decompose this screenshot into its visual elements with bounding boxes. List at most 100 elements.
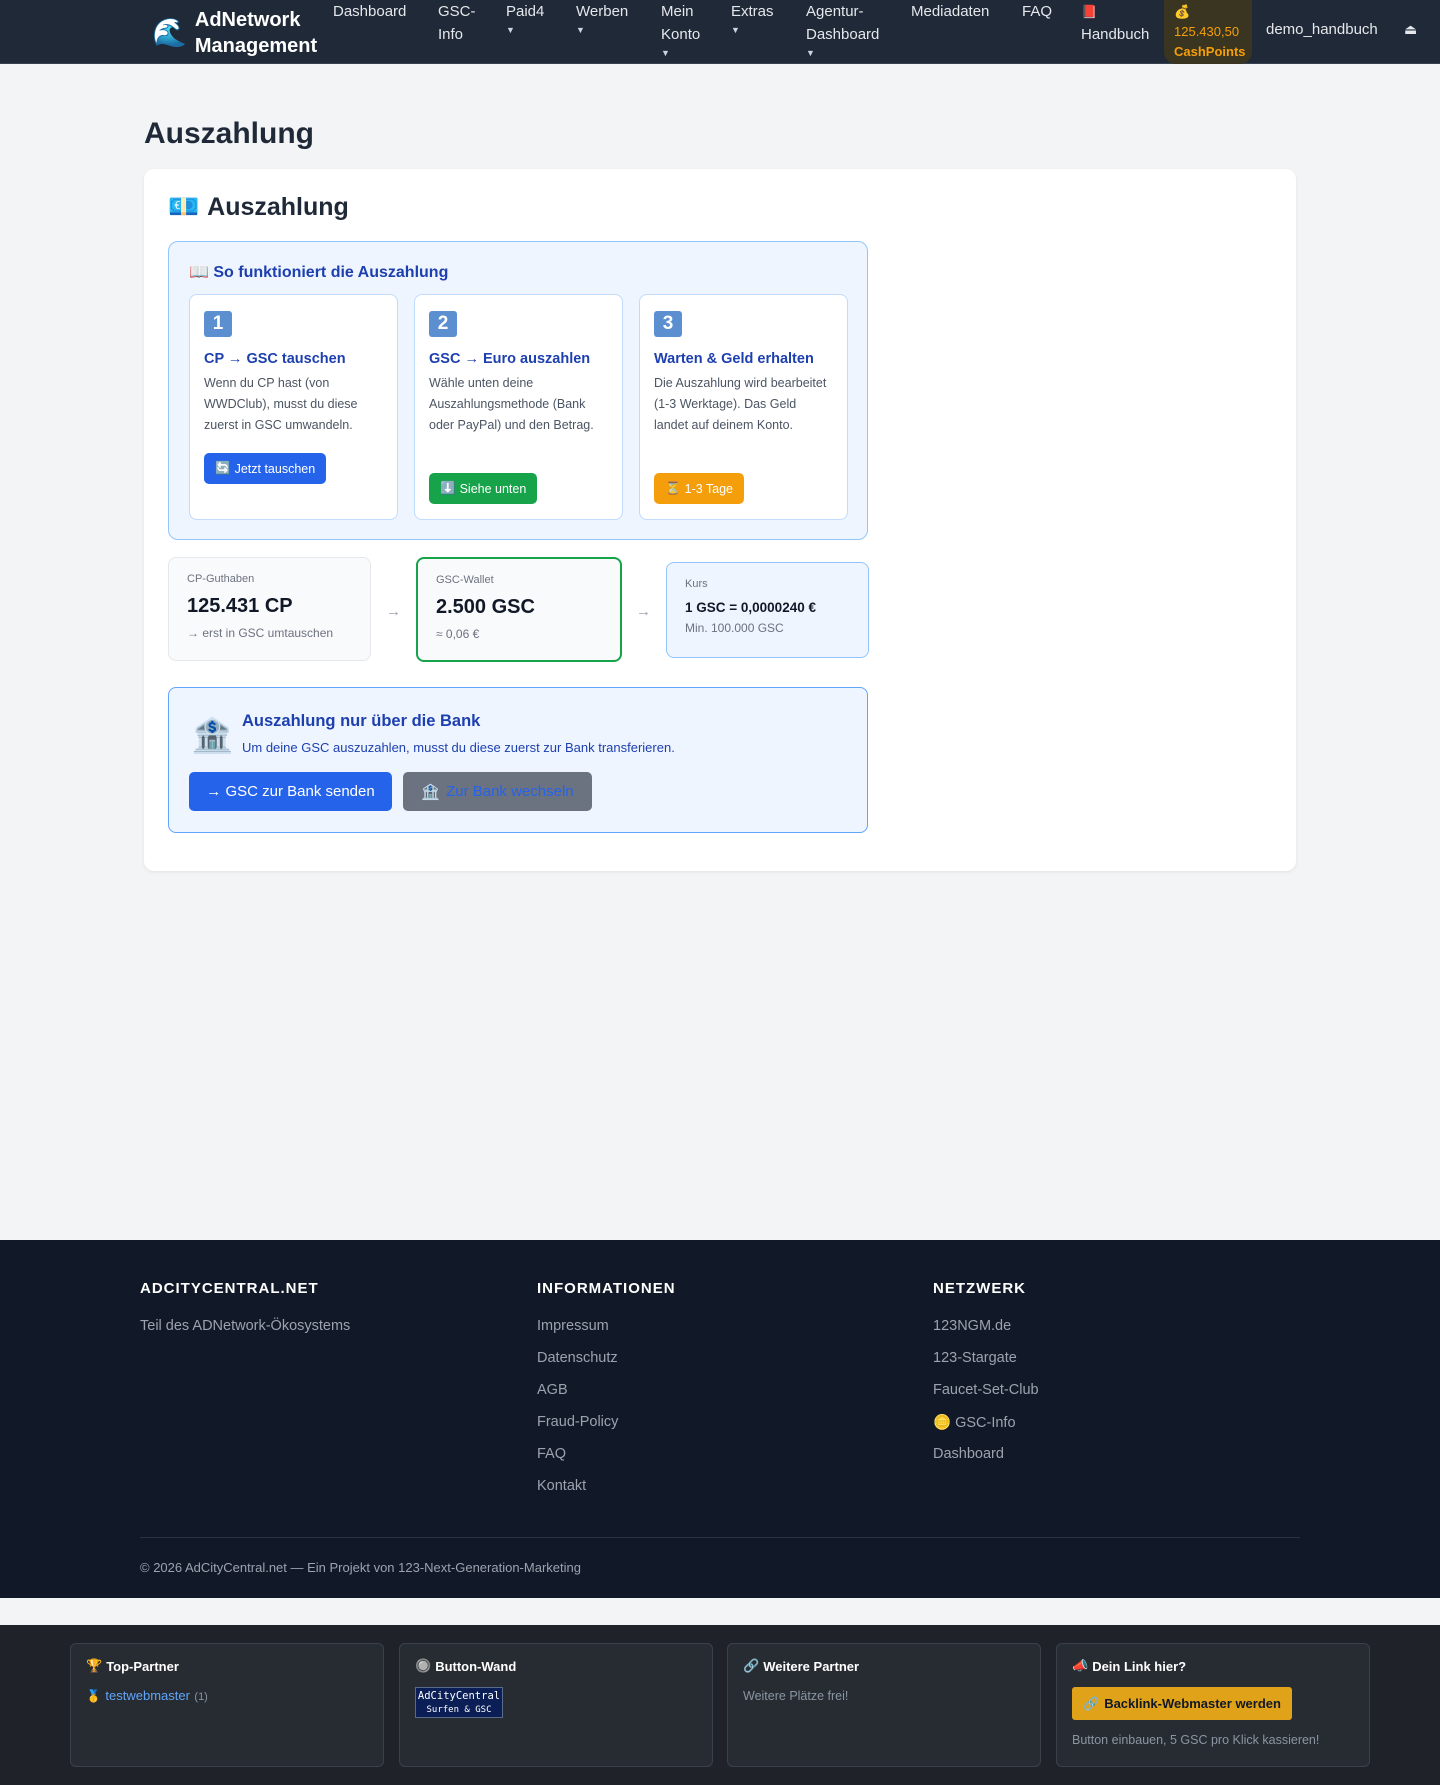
footer-network-title: NETZWERK	[933, 1280, 1026, 1297]
footer-link-stargate[interactable]: 123-Stargate	[933, 1350, 1017, 1366]
money-bag-icon: 💰	[1174, 4, 1191, 19]
nav-item-agentur-dashboard[interactable]: Agentur- Dashboard ▼	[806, 0, 879, 60]
chevron-down-icon: ▼	[506, 25, 515, 35]
card-title: 💶 Auszahlung	[168, 193, 349, 221]
bank-icon: 🏦	[421, 783, 441, 801]
nav-item-faq[interactable]: FAQ	[1022, 0, 1052, 23]
nav-item-dashboard[interactable]: Dashboard	[333, 0, 406, 23]
copyright: © 2026 AdCityCentral.net — Ein Projekt v…	[140, 1560, 581, 1575]
megaphone-icon: 📣	[1072, 1658, 1089, 1673]
nav-item-gsc-info[interactable]: GSC- Info	[438, 0, 476, 46]
become-backlink-webmaster-button[interactable]: 🔗 Backlink-Webmaster werden	[1072, 1687, 1292, 1720]
switch-to-bank-button[interactable]: 🏦 Zur Bank wechseln	[403, 772, 592, 811]
arrow-right-icon: →	[636, 603, 651, 620]
footer-link-impressum[interactable]: Impressum	[537, 1318, 609, 1334]
howto-panel: 📖 So funktioniert die Auszahlung 1 CP → …	[168, 241, 868, 540]
user-menu[interactable]: demo_handbuch	[1266, 21, 1378, 38]
trophy-icon: 🏆	[86, 1658, 103, 1673]
see-below-button[interactable]: ⬇️ Siehe unten	[429, 473, 538, 504]
bank-title: Auszahlung nur über die Bank	[242, 712, 481, 730]
step-card-1: 1 CP → GSC tauschen Wenn du CP hast (von…	[189, 294, 398, 520]
book-icon: 📕	[1081, 4, 1098, 19]
your-link-card: 📣 Dein Link hier? 🔗 Backlink-Webmaster w…	[1056, 1643, 1370, 1767]
chevron-down-icon: ▼	[576, 25, 585, 35]
exchange-now-button[interactable]: 🔄 Jetzt tauschen	[204, 453, 327, 484]
gsc-wallet-box: GSC-Wallet 2.500 GSC ≈ 0,06 €	[416, 557, 622, 662]
nav-item-handbuch[interactable]: 📕 Handbuch	[1081, 0, 1149, 46]
keycap-one-icon: 1	[204, 311, 232, 337]
footer-brand-title: ADCITYCENTRAL.NET	[140, 1280, 319, 1297]
more-partners-card: 🔗 Weitere Partner Weitere Plätze frei!	[727, 1643, 1041, 1767]
link-icon: 🔗	[743, 1658, 760, 1673]
site-footer: ADCITYCENTRAL.NET Teil des ADNetwork-Öko…	[0, 1240, 1440, 1598]
medal-icon: 🥇	[86, 1689, 101, 1703]
footer-link-dashboard[interactable]: Dashboard	[933, 1446, 1004, 1462]
footer-link-fraud-policy[interactable]: Fraud-Policy	[537, 1414, 618, 1430]
partner-banner-button[interactable]: AdCityCentral Surfen & GSC	[415, 1687, 503, 1718]
nav-item-extras[interactable]: Extras ▼	[731, 0, 774, 37]
exchange-rate-value: 1 GSC = 0,0000240 €	[685, 600, 816, 615]
footer-link-faq[interactable]: FAQ	[537, 1446, 566, 1462]
refresh-icon: 🔄	[215, 461, 231, 475]
keycap-three-icon: 3	[654, 311, 682, 337]
footer-link-gsc-info[interactable]: 🪙 GSC-Info	[933, 1414, 1016, 1431]
radio-button-icon: 🔘	[415, 1658, 432, 1673]
step-text: Wenn du CP hast (von WWDClub), musst du …	[204, 376, 358, 432]
step-title: Warten & Geld erhalten	[654, 351, 814, 367]
payout-card: 💶 Auszahlung 📖 So funktioniert die Ausza…	[144, 169, 1296, 871]
top-partner-card: 🏆 Top-Partner 🥇 testwebmaster (1)	[70, 1643, 384, 1767]
euro-banknote-icon: 💶	[168, 193, 200, 221]
top-navbar: 🌊 AdNetwork Management Dashboard GSC- In…	[0, 0, 1440, 64]
nav-item-paid4[interactable]: Paid4 ▼	[506, 0, 544, 37]
arrow-right-icon: →	[386, 603, 401, 620]
hourglass-icon: ⏳	[665, 481, 681, 495]
processing-time-button[interactable]: ⏳ 1-3 Tage	[654, 473, 744, 504]
partner-bar: 🏆 Top-Partner 🥇 testwebmaster (1) 🔘 Butt…	[0, 1625, 1440, 1785]
link-icon: 🔗	[1083, 1695, 1100, 1711]
chevron-down-icon: ▼	[731, 25, 740, 35]
open-book-icon: 📖	[189, 264, 209, 281]
logout-icon[interactable]: ⏏	[1404, 21, 1417, 38]
step-text: Wähle unten deine Auszahlungsmethode (Ba…	[429, 376, 594, 432]
send-gsc-to-bank-button[interactable]: → GSC zur Bank senden	[189, 772, 392, 811]
footer-info-title: INFORMATIONEN	[537, 1280, 676, 1297]
nav-item-mediadaten[interactable]: Mediadaten	[911, 0, 989, 23]
button-wall-card: 🔘 Button-Wand AdCityCentral Surfen & GSC	[399, 1643, 713, 1767]
page-title: Auszahlung	[144, 117, 314, 150]
cp-balance-value: 125.431 CP	[187, 595, 293, 617]
step-title: GSC → Euro auszahlen	[429, 351, 591, 367]
nav-item-werben[interactable]: Werben ▼	[576, 0, 628, 37]
footer-link-123ngm[interactable]: 123NGM.de	[933, 1318, 1011, 1334]
step-card-2: 2 GSC → Euro auszahlen Wähle unten deine…	[414, 294, 623, 520]
coin-icon: 🪙	[933, 1415, 952, 1431]
step-text: Die Auszahlung wird bearbeitet (1-3 Werk…	[654, 376, 827, 432]
footer-link-agb[interactable]: AGB	[537, 1382, 568, 1398]
footer-divider	[140, 1537, 1300, 1538]
chevron-down-icon: ▼	[806, 48, 815, 58]
footer-link-datenschutz[interactable]: Datenschutz	[537, 1350, 618, 1366]
footer-link-kontakt[interactable]: Kontakt	[537, 1478, 586, 1494]
keycap-two-icon: 2	[429, 311, 457, 337]
brand-logo[interactable]: 🌊 AdNetwork Management	[152, 7, 317, 59]
step-card-3: 3 Warten & Geld erhalten Die Auszahlung …	[639, 294, 848, 520]
wave-icon: 🌊	[152, 17, 187, 48]
footer-tagline: Teil des ADNetwork-Ökosystems	[140, 1318, 351, 1334]
footer-link-faucet-set-club[interactable]: Faucet-Set-Club	[933, 1382, 1039, 1398]
top-partner-count: (1)	[194, 1691, 208, 1703]
howto-title: 📖 So funktioniert die Auszahlung	[189, 264, 449, 281]
brand-name: AdNetwork Management	[194, 9, 318, 57]
down-arrow-icon: ⬇️	[440, 481, 456, 495]
bank-icon: 🏦	[191, 717, 234, 755]
cp-balance-box: CP-Guthaben 125.431 CP → erst in GSC umt…	[168, 557, 371, 661]
top-partner-link[interactable]: testwebmaster	[105, 1688, 190, 1703]
cashpoints-value: 125.430,50	[1174, 24, 1240, 39]
exchange-rate-box: Kurs 1 GSC = 0,0000240 € Min. 100.000 GS…	[666, 562, 869, 658]
step-title: CP → GSC tauschen	[204, 351, 346, 367]
nav-item-mein-konto[interactable]: Mein Konto ▼	[661, 0, 700, 60]
gsc-wallet-value: 2.500 GSC	[436, 596, 535, 618]
bank-payout-panel: 🏦 Auszahlung nur über die Bank Um deine …	[168, 687, 868, 833]
bank-text: Um deine GSC auszuzahlen, musst du diese…	[242, 740, 675, 755]
cashpoints-label: CashPoints	[1174, 44, 1246, 59]
chevron-down-icon: ▼	[661, 48, 670, 58]
cashpoints-badge[interactable]: 💰 125.430,50 CashPoints	[1164, 0, 1252, 64]
